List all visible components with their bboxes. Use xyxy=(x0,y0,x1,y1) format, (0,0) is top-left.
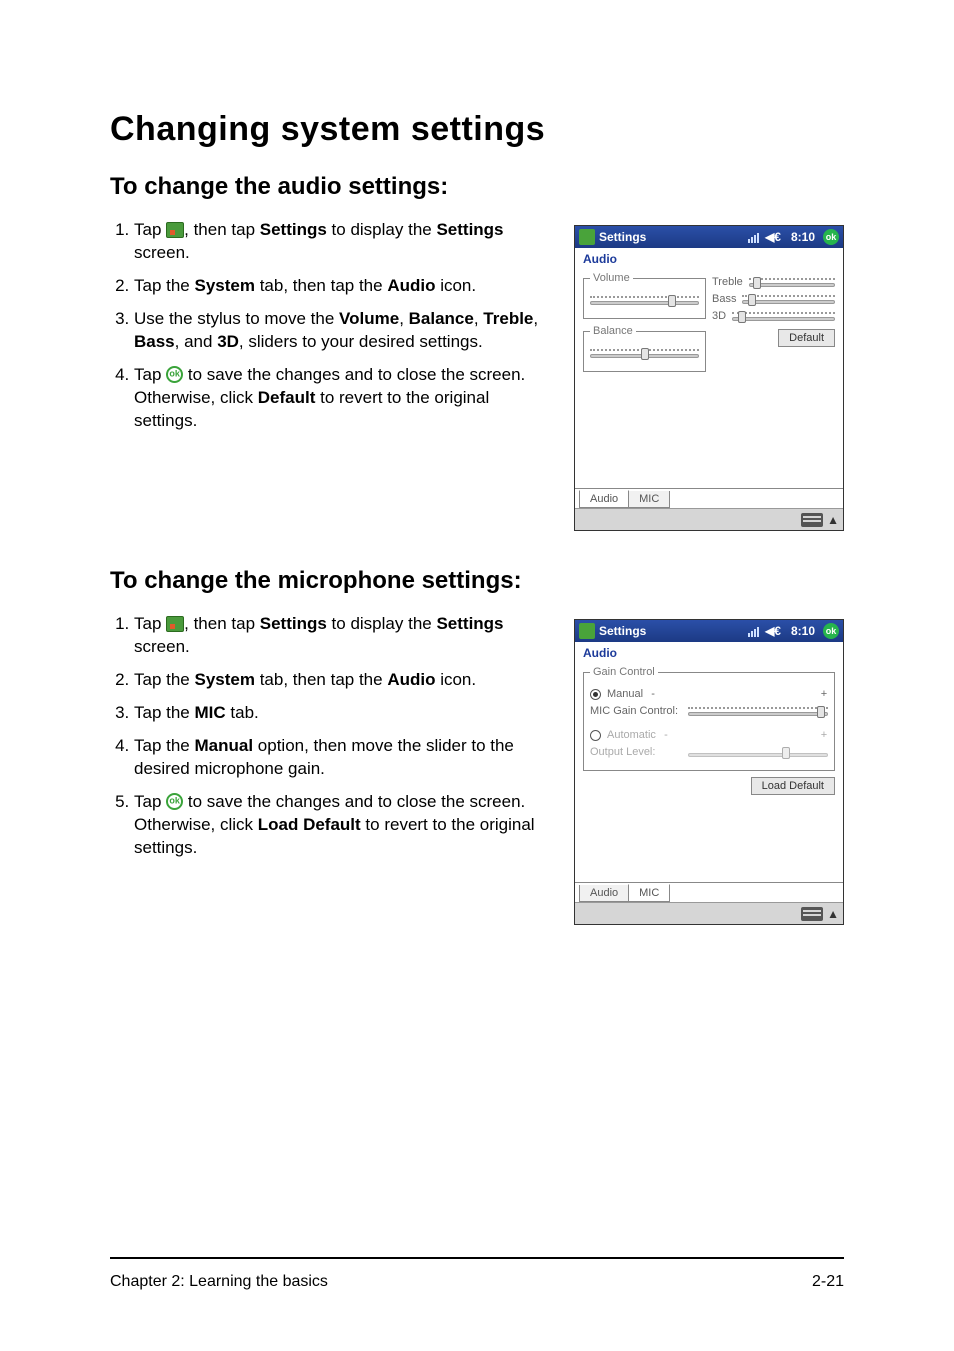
default-button[interactable]: Default xyxy=(778,329,835,347)
footer-chapter: Chapter 2: Learning the basics xyxy=(110,1273,328,1291)
gain-control-label: Gain Control xyxy=(590,666,658,678)
arrow-up-icon[interactable]: ▲ xyxy=(827,513,839,527)
volume-slider[interactable] xyxy=(590,293,699,307)
volume-icon[interactable]: ◀€ xyxy=(765,230,781,244)
tab-audio[interactable]: Audio xyxy=(579,885,629,902)
list-item: Tap the System tab, then tap the Audio i… xyxy=(134,669,546,692)
signal-icon xyxy=(748,625,759,637)
pda-screenshot-audio: Settings ◀€ 8:10 ok Audio Volume xyxy=(574,225,844,531)
threeD-label: 3D xyxy=(712,310,726,322)
start-icon[interactable] xyxy=(579,623,595,639)
volume-icon[interactable]: ◀€ xyxy=(765,624,781,638)
pda-tabs: Audio MIC xyxy=(575,488,843,508)
tab-mic[interactable]: MIC xyxy=(628,491,670,508)
treble-label: Treble xyxy=(712,276,743,288)
gain-control-group: Gain Control Manual - + MIC Gain Control… xyxy=(583,666,835,771)
pda-tabs: Audio MIC xyxy=(575,882,843,902)
pda-app-title: Settings xyxy=(599,624,744,638)
list-item: Tap , then tap Settings to display the S… xyxy=(134,613,546,659)
page-title: Changing system settings xyxy=(110,110,844,149)
pda-screen-title: Audio xyxy=(575,642,843,662)
mic-gain-label: MIC Gain Control: xyxy=(590,705,682,717)
list-item: Tap , then tap Settings to display the S… xyxy=(134,219,546,265)
load-default-button[interactable]: Load Default xyxy=(751,777,835,795)
list-item: Tap to save the changes and to close the… xyxy=(134,791,546,860)
footer-page-number: 2-21 xyxy=(812,1273,844,1291)
manual-label: Manual xyxy=(607,688,643,700)
arrow-up-icon[interactable]: ▲ xyxy=(827,907,839,921)
tab-mic[interactable]: MIC xyxy=(628,884,670,902)
list-item: Tap the MIC tab. xyxy=(134,702,546,725)
list-item: Tap the Manual option, then move the sli… xyxy=(134,735,546,781)
volume-group: Volume xyxy=(583,272,706,319)
section-audio-heading: To change the audio settings: xyxy=(110,173,844,201)
pda-softbar: ▲ xyxy=(575,508,843,530)
audio-steps-list: Tap , then tap Settings to display the S… xyxy=(110,219,546,433)
pda-titlebar: Settings ◀€ 8:10 ok xyxy=(575,620,843,642)
list-item: Tap to save the changes and to close the… xyxy=(134,364,546,433)
start-icon xyxy=(166,616,184,632)
ok-button[interactable]: ok xyxy=(823,623,839,639)
mic-gain-slider[interactable] xyxy=(688,704,828,718)
bass-label: Bass xyxy=(712,293,736,305)
section-mic-heading: To change the microphone settings: xyxy=(110,567,844,595)
balance-slider[interactable] xyxy=(590,346,699,360)
automatic-label: Automatic xyxy=(607,729,656,741)
automatic-radio[interactable] xyxy=(590,730,601,741)
threeD-slider[interactable] xyxy=(732,309,835,323)
pda-screen-title: Audio xyxy=(575,248,843,268)
ok-icon xyxy=(166,366,183,383)
output-level-label: Output Level: xyxy=(590,746,682,758)
start-icon[interactable] xyxy=(579,229,595,245)
list-item: Use the stylus to move the Volume, Balan… xyxy=(134,308,546,354)
clock: 8:10 xyxy=(791,230,815,244)
start-icon xyxy=(166,222,184,238)
list-item: Tap the System tab, then tap the Audio i… xyxy=(134,275,546,298)
clock: 8:10 xyxy=(791,624,815,638)
keyboard-icon[interactable] xyxy=(801,907,823,921)
treble-slider[interactable] xyxy=(749,275,835,289)
ok-icon xyxy=(166,793,183,810)
page-footer: Chapter 2: Learning the basics 2-21 xyxy=(110,1273,844,1291)
pda-screenshot-mic: Settings ◀€ 8:10 ok Audio Gain Control M… xyxy=(574,619,844,925)
tab-audio[interactable]: Audio xyxy=(579,490,629,508)
pda-softbar: ▲ xyxy=(575,902,843,924)
balance-group: Balance xyxy=(583,325,706,372)
pda-titlebar: Settings ◀€ 8:10 ok xyxy=(575,226,843,248)
balance-label: Balance xyxy=(590,325,636,337)
ok-button[interactable]: ok xyxy=(823,229,839,245)
manual-radio[interactable] xyxy=(590,689,601,700)
keyboard-icon[interactable] xyxy=(801,513,823,527)
mic-steps-list: Tap , then tap Settings to display the S… xyxy=(110,613,546,859)
bass-slider[interactable] xyxy=(742,292,835,306)
output-level-slider xyxy=(688,745,828,759)
volume-label: Volume xyxy=(590,272,633,284)
pda-app-title: Settings xyxy=(599,230,744,244)
footer-rule xyxy=(110,1257,844,1259)
signal-icon xyxy=(748,231,759,243)
